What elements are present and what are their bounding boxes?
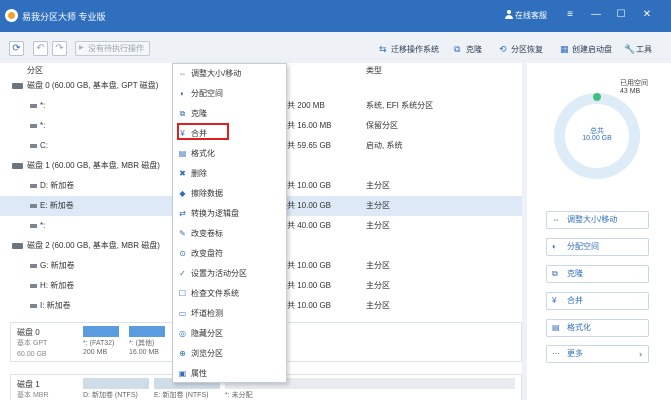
merge-highlight-box	[177, 123, 229, 140]
check-icon: ☐	[178, 289, 187, 298]
partition-icon	[30, 264, 37, 268]
partition-bar[interactable]	[83, 326, 119, 337]
partition-recovery-button[interactable]: ⟲ 分区恢复	[499, 44, 543, 55]
menu-item-properties[interactable]: ▣ 属性	[173, 364, 286, 384]
drive-letter-icon: ⊙	[179, 249, 186, 258]
right-panel: 已用空间 43 MB 总共 10.00 GB ⇔ 调整大小/移动 ◐ 分配空间 ⧉ 克…	[527, 63, 671, 400]
partition-icon	[30, 204, 37, 208]
clone-button[interactable]: ⧉ 克隆	[454, 44, 482, 55]
menu-item-wipe-data[interactable]: ◆ 擦除数据	[173, 184, 286, 204]
wrench-icon: 🔧	[624, 44, 636, 54]
edit-label-icon: ✎	[179, 229, 186, 238]
used-marker-icon	[593, 93, 601, 101]
more-icon: ⋯	[552, 349, 560, 358]
action-allocate-space[interactable]: ◐ 分配空间	[546, 238, 649, 256]
close-button[interactable]: ✕	[640, 8, 654, 22]
disk-icon	[12, 163, 23, 169]
app-title: 易我分区大师 专业版	[22, 12, 106, 22]
app-logo-icon	[5, 9, 18, 22]
disk-icon	[12, 83, 23, 89]
clone-icon: ⧉	[454, 44, 461, 54]
context-menu: ⇔ 调整大小/移动 ◐ 分配空间 ⧉ 克隆 ¥ 合并 ▤ 格式化 ✖ 删除 ◆ 擦除数据 ⇄ 转…	[172, 63, 287, 383]
menu-item-convert-logical[interactable]: ⇄ 转换为逻辑盘	[173, 204, 286, 224]
properties-icon: ▣	[178, 369, 187, 378]
allocate-icon: ◐	[180, 89, 185, 98]
menu-item-allocate-space[interactable]: ◐ 分配空间	[173, 84, 286, 104]
create-boot-disk-button[interactable]: ▦ 创建启动盘	[560, 44, 612, 55]
format-icon: ▤	[178, 149, 187, 158]
partition-icon	[30, 284, 37, 288]
menu-item-change-label[interactable]: ✎ 改变卷标	[173, 224, 286, 244]
delete-icon: ✖	[179, 169, 186, 178]
format-icon: ▤	[552, 323, 560, 332]
action-merge[interactable]: ¥ 合并	[546, 292, 649, 310]
column-type: 类型	[366, 66, 382, 75]
used-space-label: 已用空间 43 MB	[620, 80, 648, 95]
partition-icon	[30, 124, 37, 128]
merge-icon: ¥	[552, 296, 557, 305]
refresh-button[interactable]: ⟳	[9, 41, 24, 56]
wipe-icon: ◆	[179, 189, 186, 198]
allocate-icon: ◐	[552, 242, 557, 251]
migrate-os-button[interactable]: ⇆ 迁移操作系统	[379, 44, 439, 55]
partition-icon	[30, 104, 37, 108]
minimize-button[interactable]: —	[589, 8, 603, 22]
menu-icon[interactable]: ≡	[563, 8, 577, 22]
partition-icon	[30, 144, 37, 148]
action-clone[interactable]: ⧉ 克隆	[546, 265, 649, 283]
toolbar: ⟳ ↶ ↷ 没有待执行操作 ⇆迁移操作系统 ⧉克隆 ⟲分区恢复 ▦创建启动盘 🔧…	[0, 38, 671, 60]
clone-icon: ⧉	[179, 109, 186, 118]
clone-icon: ⧉	[552, 269, 558, 278]
tools-button[interactable]: 🔧工具	[624, 44, 652, 55]
maximize-button[interactable]: ☐	[614, 8, 628, 22]
total-value: 10.00 GB	[582, 135, 612, 142]
partition-icon	[30, 224, 37, 228]
online-support-link[interactable]: 在线客服	[515, 10, 547, 21]
menu-item-change-drive-letter[interactable]: ⊙ 改变盘符	[173, 244, 286, 264]
action-format[interactable]: ▤ 格式化	[546, 319, 649, 337]
resize-icon: ⇔	[552, 215, 560, 224]
user-icon	[505, 10, 513, 19]
active-icon: ✓	[179, 269, 186, 278]
title-bar: 易我分区大师 专业版 在线客服 ≡ — ☐ ✕	[0, 0, 671, 32]
menu-item-check-filesystem[interactable]: ☐ 检查文件系统	[173, 284, 286, 304]
convert-icon: ⇄	[179, 209, 186, 218]
partition-icon	[30, 184, 37, 188]
resize-icon: ⇔	[178, 69, 187, 78]
disk-map-name: 磁盘 1	[17, 380, 40, 389]
menu-item-set-active[interactable]: ✓ 设置为活动分区	[173, 264, 286, 284]
menu-item-clone[interactable]: ⧉ 克隆	[173, 104, 286, 124]
menu-item-delete[interactable]: ✖ 删除	[173, 164, 286, 184]
menu-item-hide-partition[interactable]: ◎ 隐藏分区	[173, 324, 286, 344]
disk-icon	[12, 243, 23, 249]
surface-test-icon: ▭	[178, 309, 187, 318]
menu-item-explore-partition[interactable]: ⊕ 浏览分区	[173, 344, 286, 364]
pending-operations-button[interactable]: 没有待执行操作	[75, 41, 150, 56]
action-more[interactable]: ⋯ 更多 ›	[546, 345, 649, 363]
redo-button[interactable]: ↷	[52, 41, 67, 56]
undo-button[interactable]: ↶	[33, 41, 48, 56]
explore-icon: ⊕	[179, 349, 186, 358]
partition-bar[interactable]	[129, 326, 165, 337]
action-resize-move[interactable]: ⇔ 调整大小/移动	[546, 211, 649, 229]
migrate-icon: ⇆	[379, 44, 387, 54]
hide-icon: ◎	[179, 329, 186, 338]
column-partition: 分区	[27, 66, 43, 75]
boot-disk-icon: ▦	[560, 44, 569, 54]
menu-item-bad-sector-check[interactable]: ▭ 坏道检测	[173, 304, 286, 324]
recovery-icon: ⟲	[499, 44, 507, 54]
partition-icon	[30, 304, 37, 308]
menu-item-format[interactable]: ▤ 格式化	[173, 144, 286, 164]
chevron-right-icon: ›	[639, 349, 642, 359]
menu-item-resize-move[interactable]: ⇔ 调整大小/移动	[173, 64, 286, 84]
disk-map-name: 磁盘 0	[17, 328, 40, 337]
partition-bar[interactable]	[83, 378, 149, 389]
